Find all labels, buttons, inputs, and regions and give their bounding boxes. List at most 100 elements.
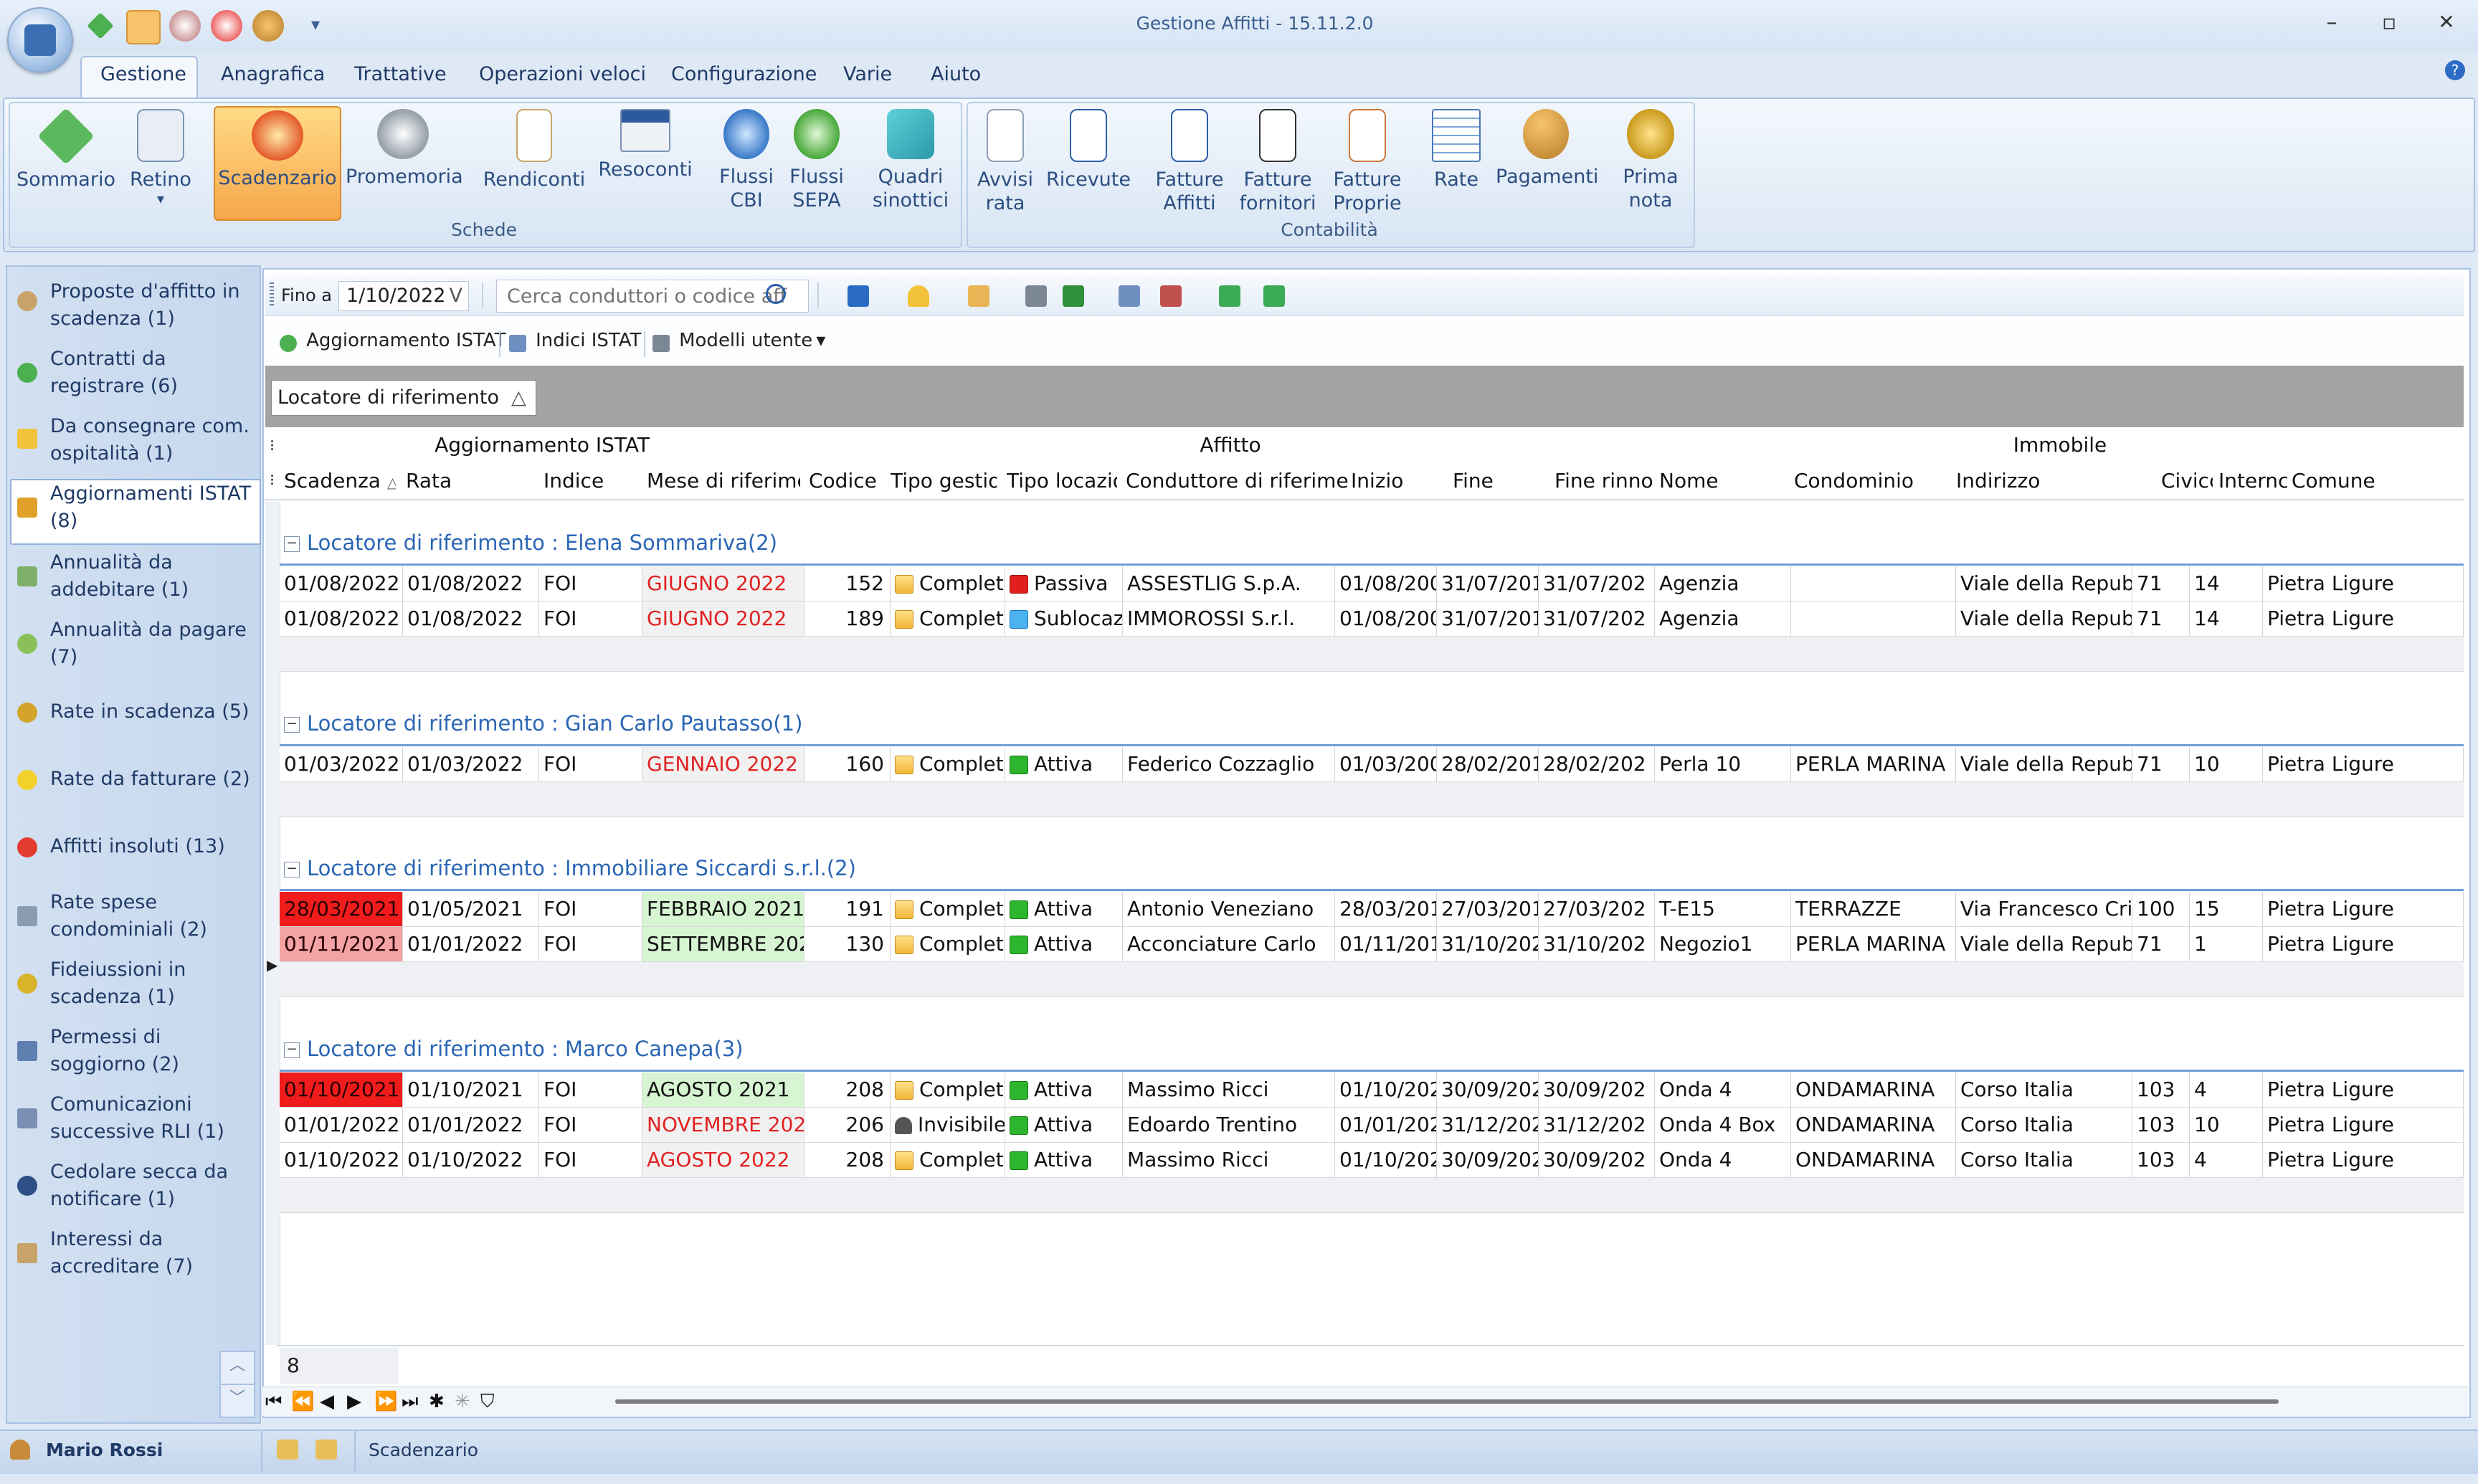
table-cell-fine-rinnov[interactable]: 28/02/202	[1539, 747, 1655, 781]
table-cell-scadenza[interactable]: 01/10/2022	[280, 1143, 403, 1177]
col-mese-riferimento[interactable]: Mese di riferimen	[647, 469, 800, 493]
table-cell-rata[interactable]: 01/01/2022	[403, 927, 539, 961]
table-cell-tipo-locazior[interactable]: Attiva	[1005, 1108, 1123, 1142]
ribbon-rendiconti-button[interactable]: Rendiconti	[482, 106, 587, 221]
group-header[interactable]: − Locatore di riferimento : Elena Sommari…	[284, 531, 777, 555]
collapse-group-icon[interactable]: −	[284, 1042, 300, 1058]
table-cell-tipo-gestior[interactable]: Complet	[891, 1072, 1005, 1107]
nav-item-annualita-pagare[interactable]: Annualità da pagare (7)	[14, 617, 255, 671]
next-page-icon[interactable]: ⏩	[374, 1391, 397, 1412]
table-cell-inizio[interactable]: 01/03/200	[1335, 747, 1437, 781]
table-cell-tipo-gestior[interactable]: Complet	[891, 927, 1005, 961]
table-cell-comune[interactable]: Pietra Ligure	[2263, 927, 2464, 961]
last-record-icon[interactable]: ⏭	[402, 1391, 418, 1413]
table-cell-tipo-gestior[interactable]: Complet	[891, 566, 1005, 601]
table-cell-inizio[interactable]: 01/08/200	[1335, 601, 1437, 636]
unlock-icon[interactable]	[315, 1440, 337, 1460]
table-cell-fine[interactable]: 31/12/202	[1437, 1108, 1539, 1142]
col-fine[interactable]: Fine	[1453, 469, 1546, 493]
qat-scadenzario-icon[interactable]	[126, 10, 161, 44]
table-cell-civicc[interactable]: 103	[2132, 1108, 2190, 1142]
folder-open-icon[interactable]	[968, 285, 989, 307]
table-row[interactable]: 28/03/2021 01/05/2021 FOI FEBBRAIO 2021 191 C…	[280, 892, 2464, 927]
col-interno[interactable]: Internc	[2218, 469, 2287, 493]
ribbon-sommario-button[interactable]: Sommario	[16, 106, 116, 221]
ribbon-rate-button[interactable]: Rate	[1424, 106, 1489, 221]
col-rata[interactable]: Rata	[406, 469, 533, 493]
table-cell-nome[interactable]: Onda 4	[1655, 1143, 1791, 1177]
table-cell-civicc[interactable]: 71	[2132, 747, 2190, 781]
nav-item-rate-fatturare[interactable]: Rate da fatturare (2)	[14, 766, 255, 794]
ribbon-fatture-fornitori-button[interactable]: Fatture fornitori	[1235, 106, 1321, 221]
table-cell-internc[interactable]: 14	[2190, 601, 2263, 636]
table-cell-condominio[interactable]: TERRAZZE	[1791, 892, 1956, 926]
tab-configurazione[interactable]: Configurazione	[671, 63, 817, 85]
table-cell-tipo-locazior[interactable]: Passiva	[1005, 566, 1123, 601]
ribbon-ricevute-button[interactable]: Ricevute	[1043, 106, 1134, 221]
table-cell-tipo-locazior[interactable]: Attiva	[1005, 1072, 1123, 1107]
table-cell-rata[interactable]: 01/10/2021	[403, 1072, 539, 1107]
table-cell-conduttore-di-riferimento[interactable]: Massimo Ricci	[1123, 1143, 1335, 1177]
modelli-utente-dropdown[interactable]: Modelli utente ▾	[652, 330, 825, 358]
nav-item-annualita-addebitare[interactable]: Annualità da addebitare (1)	[14, 549, 255, 604]
table-cell-internc[interactable]: 1	[2190, 927, 2263, 961]
help-icon[interactable]: ?	[2445, 60, 2465, 80]
collapse-group-icon[interactable]: −	[284, 717, 300, 733]
tab-trattative[interactable]: Trattative	[354, 63, 447, 85]
table-cell-scadenza[interactable]: 01/08/2022	[280, 566, 403, 601]
nav-item-proposte[interactable]: Proposte d'affitto in scadenza (1)	[14, 278, 255, 333]
col-tipo-locazione[interactable]: Tipo locazior	[1007, 469, 1117, 493]
nav-item-contratti[interactable]: Contratti da registrare (6)	[14, 346, 255, 400]
ribbon-flussi-sepa-button[interactable]: Flussi SEPA	[784, 106, 849, 221]
table-cell-comune[interactable]: Pietra Ligure	[2263, 747, 2464, 781]
table-cell-tipo-locazior[interactable]: Sublocaz	[1005, 601, 1123, 636]
pin-icon[interactable]	[848, 285, 869, 307]
table-cell-indice[interactable]: FOI	[539, 566, 642, 601]
table-cell-fine[interactable]: 31/10/202	[1437, 927, 1539, 961]
filter-icon[interactable]: ⛉	[480, 1391, 495, 1413]
table-cell-tipo-locazior[interactable]: Attiva	[1005, 747, 1123, 781]
table-cell-conduttore-di-riferimento[interactable]: Massimo Ricci	[1123, 1072, 1335, 1107]
table-cell-nome[interactable]: Agenzia	[1655, 601, 1791, 636]
table-cell-inizio[interactable]: 01/10/202	[1335, 1072, 1437, 1107]
table-cell-codice[interactable]: 189	[804, 601, 891, 636]
tab-aiuto[interactable]: Aiuto	[931, 63, 981, 85]
table-cell-civicc[interactable]: 71	[2132, 927, 2190, 961]
table-cell-codice[interactable]: 130	[804, 927, 891, 961]
table-cell-conduttore-di-riferimento[interactable]: IMMOROSSI S.r.l.	[1123, 601, 1335, 636]
table-cell-conduttore-di-riferimento[interactable]: Federico Cozzaglio	[1123, 747, 1335, 781]
ribbon-promemoria-button[interactable]: Promemoria	[346, 106, 463, 221]
col-tipo-gestione[interactable]: Tipo gestior	[891, 469, 997, 493]
col-condominio[interactable]: Condominio	[1794, 469, 1946, 493]
table-cell-nome[interactable]: Negozio1	[1655, 927, 1791, 961]
table-cell-tipo-gestior[interactable]: Complet	[891, 1143, 1005, 1177]
group-header[interactable]: − Locatore di riferimento : Gian Carlo Pa…	[284, 711, 802, 736]
table-cell-comune[interactable]: Pietra Ligure	[2263, 566, 2464, 601]
qat-user-icon[interactable]	[252, 10, 284, 42]
table-cell-tipo-gestior[interactable]: Complet	[891, 892, 1005, 926]
qat-customize-icon[interactable]: ▾	[311, 14, 320, 34]
table-cell-conduttore-di-riferimento[interactable]: Edoardo Trentino	[1123, 1108, 1335, 1142]
nav-item-ospitalita[interactable]: Da consegnare com. ospitalità (1)	[14, 413, 255, 467]
date-field[interactable]: 1/10/2022 V	[338, 281, 469, 311]
table-cell-condominio[interactable]: ONDAMARINA	[1791, 1072, 1956, 1107]
table-cell-inizio[interactable]: 01/10/202	[1335, 1143, 1437, 1177]
table-cell-codice[interactable]: 160	[804, 747, 891, 781]
table-cell-fine[interactable]: 28/02/201	[1437, 747, 1539, 781]
table-cell-indirizzo[interactable]: Viale della Repubblica	[1956, 747, 2132, 781]
table-cell-codice[interactable]: 208	[804, 1072, 891, 1107]
table-cell-tipo-locazior[interactable]: Attiva	[1005, 892, 1123, 926]
table-cell-rata[interactable]: 01/03/2022	[403, 747, 539, 781]
nav-scroll-up-button[interactable]: ︿	[219, 1351, 255, 1385]
ribbon-scadenzario-button[interactable]: Scadenzario	[214, 106, 341, 221]
table-cell-inizio[interactable]: 28/03/201	[1335, 892, 1437, 926]
table-row[interactable]: 01/10/2022 01/10/2022 FOI AGOSTO 2022 208 Com…	[280, 1143, 2464, 1178]
copy-icon[interactable]	[1119, 285, 1140, 307]
table-cell-codice[interactable]: 152	[804, 566, 891, 601]
excel-export-icon[interactable]	[1063, 285, 1084, 307]
table-cell-fine-rinnov[interactable]: 31/07/202	[1539, 566, 1655, 601]
table-cell-nome[interactable]: T-E15	[1655, 892, 1791, 926]
table-cell-indirizzo[interactable]: Corso Italia	[1956, 1072, 2132, 1107]
table-cell-rata[interactable]: 01/08/2022	[403, 566, 539, 601]
table-cell-tipo-gestior[interactable]: Complet	[891, 601, 1005, 636]
